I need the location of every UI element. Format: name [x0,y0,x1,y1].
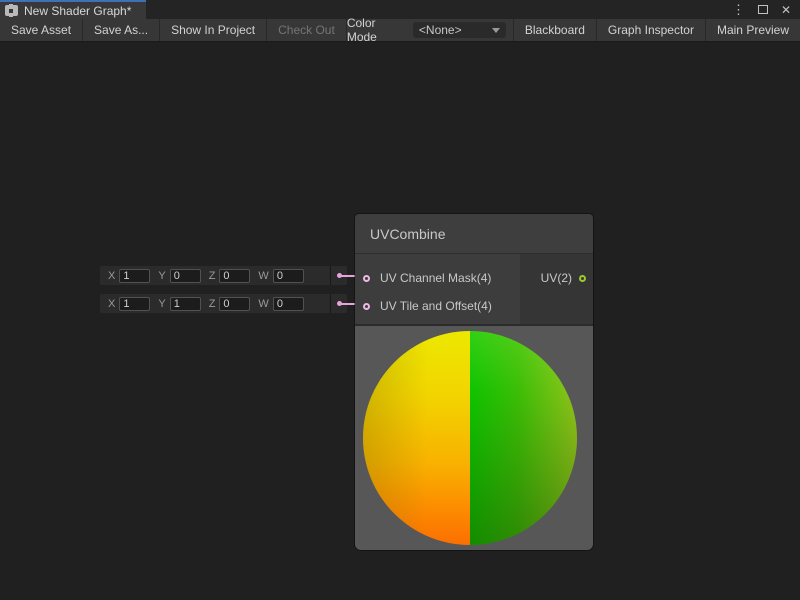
field-label-w: W [258,270,268,282]
input-port-row: UV Tile and Offset(4) [355,292,520,320]
input-port-label: UV Channel Mask(4) [380,271,491,285]
output-port-row: UV(2) [520,267,593,289]
color-mode-value: <None> [419,23,462,37]
tab-new-shader-graph[interactable]: New Shader Graph* [0,0,146,19]
color-mode-dropdown[interactable]: <None> [413,22,506,38]
node-header[interactable]: UVCombine [355,214,593,254]
x-field[interactable] [119,269,150,283]
input-port-icon[interactable] [363,303,370,310]
field-label-y: Y [158,270,165,282]
node-title: UVCombine [370,226,445,242]
dropdown-arrow-icon [492,28,500,33]
tab-title: New Shader Graph* [24,4,131,18]
shader-graph-icon [5,4,18,17]
port-input-widget-uv-channel-mask: X Y Z W [100,266,347,285]
node-preview [355,324,593,550]
field-label-z: Z [209,270,216,282]
toolbar: Save Asset Save As... Show In Project Ch… [0,19,800,42]
maximize-icon[interactable] [758,5,768,14]
close-icon[interactable]: ✕ [781,4,791,16]
output-port-label: UV(2) [541,271,572,285]
field-label-x: X [108,270,115,282]
blackboard-button[interactable]: Blackboard [513,19,596,41]
save-as-button[interactable]: Save As... [83,19,160,41]
input-port-label: UV Tile and Offset(4) [380,299,492,313]
graph-canvas[interactable]: X Y Z W X Y Z [0,42,800,600]
input-port-icon[interactable] [363,275,370,282]
output-port-icon[interactable] [579,275,586,282]
main-preview-button[interactable]: Main Preview [705,19,800,41]
graph-inspector-button[interactable]: Graph Inspector [596,19,705,41]
w-field[interactable] [273,297,304,311]
toolbar-right-group: Blackboard Graph Inspector Main Preview [513,19,800,41]
node-output-section: UV(2) [520,254,593,324]
color-mode-label: Color Mode [347,16,413,44]
node-body: UV Channel Mask(4) UV Tile and Offset(4)… [355,254,593,324]
field-label-y: Y [158,298,165,310]
color-mode-group: Color Mode <None> [347,19,513,41]
port-input-widget-uv-tile-offset: X Y Z W [100,294,347,313]
preview-sphere-right-half [470,331,577,545]
window-menu-icon[interactable]: ⋮ [732,3,745,16]
field-label-z: Z [209,298,216,310]
y-field[interactable] [170,269,201,283]
field-label-w: W [258,298,268,310]
check-out-button: Check Out [267,19,347,41]
x-field[interactable] [119,297,150,311]
z-field[interactable] [219,297,250,311]
node-input-section: UV Channel Mask(4) UV Tile and Offset(4) [355,254,520,324]
z-field[interactable] [219,269,250,283]
field-label-x: X [108,298,115,310]
show-in-project-button[interactable]: Show In Project [160,19,267,41]
preview-sphere-left-half [363,331,470,545]
w-field[interactable] [273,269,304,283]
preview-sphere [363,331,577,545]
node-uvcombine[interactable]: UVCombine UV Channel Mask(4) UV Tile and… [355,214,593,550]
y-field[interactable] [170,297,201,311]
save-asset-button[interactable]: Save Asset [0,19,83,41]
window-controls: ⋮ ✕ [732,0,800,19]
input-port-row: UV Channel Mask(4) [355,264,520,292]
